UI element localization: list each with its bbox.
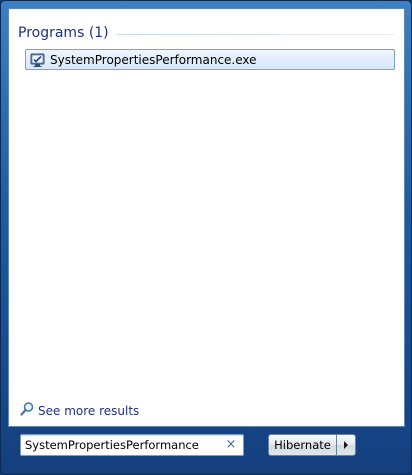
search-results-panel: Programs (1) SystemPropertiesPerformance… <box>8 8 405 427</box>
chevron-right-icon <box>344 441 348 449</box>
shutdown-controls: Hibernate <box>268 434 356 456</box>
close-icon[interactable]: × <box>225 437 237 453</box>
shutdown-options-button[interactable] <box>336 434 356 456</box>
see-more-results-link[interactable]: See more results <box>19 401 139 421</box>
search-input[interactable] <box>25 437 221 453</box>
group-title: Programs (1) <box>18 25 109 41</box>
magnifier-icon <box>19 401 35 421</box>
search-box: × <box>20 434 244 456</box>
start-menu: Programs (1) SystemPropertiesPerformance… <box>0 0 412 475</box>
see-more-label: See more results <box>38 404 140 418</box>
result-item-system-properties-performance[interactable]: SystemPropertiesPerformance.exe <box>25 49 395 70</box>
result-label: SystemPropertiesPerformance.exe <box>50 52 257 67</box>
programs-group-header: Programs (1) <box>18 25 394 41</box>
group-divider <box>116 33 394 35</box>
hibernate-button[interactable]: Hibernate <box>268 434 336 456</box>
system-properties-icon <box>30 52 46 68</box>
